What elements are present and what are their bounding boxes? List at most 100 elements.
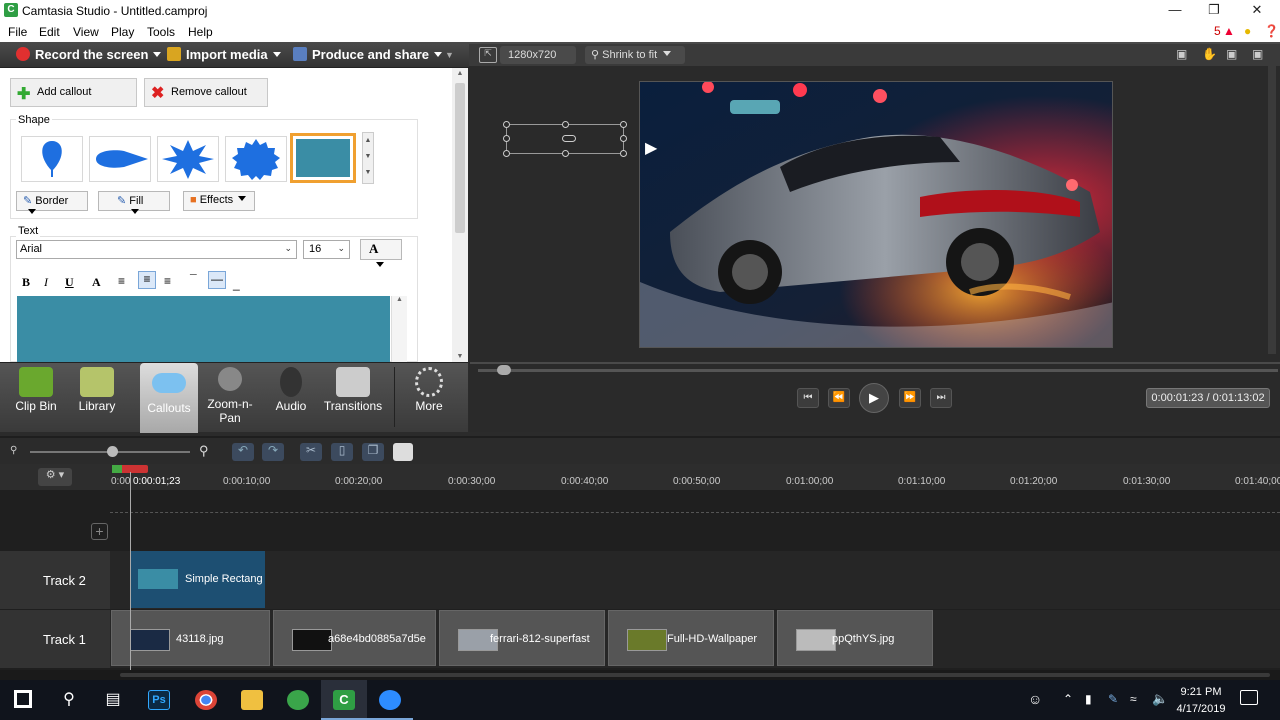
- zoom-dropdown[interactable]: ⚲ Shrink to fit: [585, 46, 685, 64]
- cut-icon[interactable]: ✂: [300, 443, 322, 461]
- menu-help[interactable]: Help: [188, 25, 213, 39]
- track-1-header[interactable]: Track 1: [0, 610, 110, 668]
- fullscreen-icon[interactable]: ▣: [1226, 47, 1237, 61]
- pan-hand-icon[interactable]: ✋: [1202, 47, 1217, 61]
- chrome-icon[interactable]: [183, 680, 229, 720]
- crop-icon[interactable]: ▣: [1176, 47, 1187, 61]
- callout-text-area[interactable]: [17, 296, 390, 362]
- split-icon[interactable]: ▯: [331, 443, 353, 461]
- file-explorer-icon[interactable]: [229, 680, 275, 720]
- text-color-dropdown[interactable]: A: [360, 239, 402, 267]
- valign-middle-icon[interactable]: —: [208, 271, 226, 289]
- undo-icon[interactable]: ↶: [232, 443, 254, 461]
- play-button[interactable]: ▶: [859, 383, 889, 413]
- align-right-icon[interactable]: ≡: [164, 274, 171, 288]
- valign-bottom-icon[interactable]: _: [233, 277, 240, 291]
- produce-share-button[interactable]: Produce and share: [293, 47, 443, 62]
- camtasia-studio-taskbar-icon[interactable]: C: [321, 680, 367, 720]
- tab-more[interactable]: More: [396, 363, 462, 433]
- add-callout-button[interactable]: ✚ Add callout: [10, 78, 137, 107]
- zoom-app-icon[interactable]: [367, 680, 413, 720]
- clock-date[interactable]: 4/17/2019: [1173, 703, 1229, 715]
- wifi-icon[interactable]: ≈: [1130, 692, 1137, 706]
- tab-audio[interactable]: Audio: [258, 363, 324, 433]
- shape-rectangle-selected[interactable]: [290, 133, 356, 183]
- zoom-slider-thumb[interactable]: [107, 446, 118, 457]
- seek-track[interactable]: [478, 369, 1278, 372]
- tab-callouts[interactable]: Callouts: [140, 363, 198, 433]
- paste-icon[interactable]: [393, 443, 413, 461]
- timeline-scrollbar[interactable]: [0, 670, 1280, 680]
- tab-clip-bin[interactable]: Clip Bin: [2, 363, 70, 433]
- border-dropdown[interactable]: ✎ Border: [16, 191, 88, 214]
- tab-transitions[interactable]: Transitions: [318, 363, 388, 433]
- menu-edit[interactable]: Edit: [39, 25, 60, 39]
- fast-forward-button[interactable]: ⏩: [899, 388, 921, 408]
- volume-icon[interactable]: 🔈: [1152, 691, 1168, 707]
- add-track-button[interactable]: +: [91, 523, 108, 540]
- battery-icon[interactable]: ▮: [1085, 692, 1092, 706]
- panel-scrollbar[interactable]: ▲ ▼: [452, 68, 468, 362]
- preview-scrollbar[interactable]: [1268, 62, 1276, 354]
- skip-back-button[interactable]: ⏮: [797, 388, 819, 408]
- zoom-in-icon[interactable]: ⚲: [199, 443, 209, 459]
- fill-dropdown[interactable]: ✎ Fill: [98, 191, 170, 214]
- font-color-button[interactable]: A: [92, 275, 101, 290]
- seek-thumb[interactable]: [497, 365, 511, 375]
- help-icon[interactable]: ❓: [1264, 24, 1279, 38]
- close-button[interactable]: ✕: [1234, 0, 1280, 21]
- task-view-icon[interactable]: ▤: [90, 680, 136, 720]
- shape-speech-bubble[interactable]: [89, 136, 151, 182]
- people-icon[interactable]: ☺: [1028, 691, 1042, 707]
- media-clip[interactable]: Full-HD-Wallpaper: [608, 610, 774, 666]
- import-media-button[interactable]: Import media: [167, 47, 281, 62]
- restore-button[interactable]: ❐: [1191, 0, 1237, 21]
- valign-top-icon[interactable]: ¯: [190, 272, 197, 286]
- photoshop-icon[interactable]: Ps: [136, 680, 182, 720]
- bold-button[interactable]: B: [22, 275, 30, 290]
- resize-icon[interactable]: ⇱: [479, 47, 497, 63]
- track-2-header[interactable]: Track 2: [0, 551, 110, 609]
- font-size-select[interactable]: 16 ⌄: [303, 240, 350, 259]
- copy-icon[interactable]: ❐: [362, 443, 384, 461]
- toolbar-overflow-icon[interactable]: ▼: [445, 50, 454, 60]
- playhead-start-marker[interactable]: [112, 465, 122, 473]
- text-area-scroll[interactable]: ▲: [391, 296, 407, 362]
- preview-canvas[interactable]: [639, 81, 1113, 348]
- media-clip[interactable]: ppQthYS.jpg: [777, 610, 933, 666]
- rewind-button[interactable]: ⏪: [828, 388, 850, 408]
- detach-icon[interactable]: ▣: [1252, 47, 1263, 61]
- media-clip[interactable]: 43118.jpg: [111, 610, 270, 666]
- clock-time[interactable]: 9:21 PM: [1178, 686, 1224, 698]
- remove-callout-button[interactable]: ✖ Remove callout: [144, 78, 268, 107]
- media-clip[interactable]: ferrari-812-superfast: [439, 610, 605, 666]
- bell-icon[interactable]: ▲: [1223, 24, 1235, 38]
- start-button[interactable]: [0, 680, 46, 720]
- callout-selection-box[interactable]: [503, 121, 627, 157]
- camtasia-recorder-icon[interactable]: [275, 680, 321, 720]
- lightbulb-icon[interactable]: ●: [1244, 24, 1251, 38]
- menu-file[interactable]: File: [8, 25, 27, 39]
- menu-play[interactable]: Play: [111, 25, 134, 39]
- menu-view[interactable]: View: [73, 25, 99, 39]
- align-left-icon[interactable]: ≡: [118, 274, 125, 288]
- media-clip[interactable]: a68e4bd0885a7d5e: [273, 610, 436, 666]
- align-center-icon[interactable]: ≡: [138, 271, 156, 289]
- callout-clip[interactable]: Simple Rectangle: [131, 551, 265, 608]
- font-select[interactable]: Arial ⌄: [16, 240, 297, 259]
- menu-tools[interactable]: Tools: [147, 25, 175, 39]
- redo-icon[interactable]: ↷: [262, 443, 284, 461]
- skip-forward-button[interactable]: ⏭: [930, 388, 952, 408]
- effects-dropdown[interactable]: ■ Effects: [183, 191, 255, 211]
- zoom-out-icon[interactable]: ⚲: [10, 445, 17, 456]
- shape-teardrop[interactable]: [21, 136, 83, 182]
- underline-button[interactable]: U: [65, 275, 74, 290]
- timeline-settings-gear-icon[interactable]: ⚙ ▾: [38, 468, 72, 486]
- shape-gallery-scroll[interactable]: ▲ ▼ ▼: [362, 132, 374, 184]
- playhead-line[interactable]: [130, 472, 131, 670]
- search-icon[interactable]: ⚲: [46, 680, 92, 720]
- dimensions-dropdown[interactable]: 1280x720: [500, 46, 576, 64]
- chevron-up-icon[interactable]: ⌃: [1063, 692, 1073, 706]
- pen-icon[interactable]: ✎: [1108, 692, 1118, 706]
- tab-zoom-n-pan[interactable]: Zoom-n- Pan: [198, 363, 262, 433]
